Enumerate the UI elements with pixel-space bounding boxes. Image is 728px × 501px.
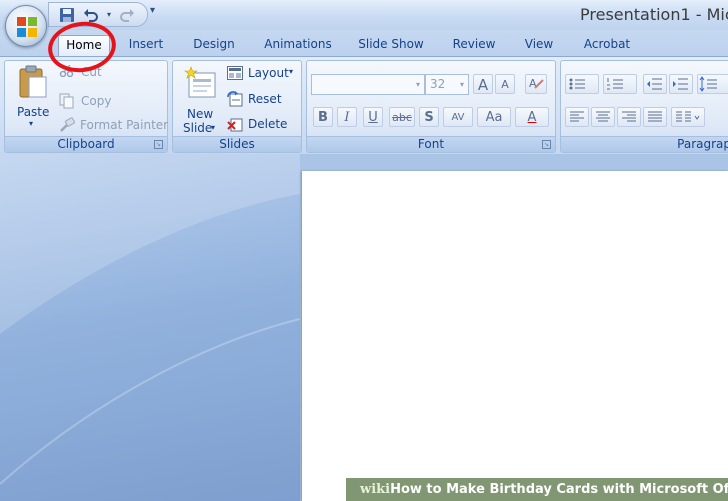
office-logo-icon: [17, 17, 37, 37]
italic-button[interactable]: I: [337, 107, 357, 127]
slides-pane[interactable]: [0, 154, 300, 501]
tab-review[interactable]: Review: [450, 35, 498, 56]
line-spacing-icon[interactable]: [697, 74, 728, 94]
align-left-icon[interactable]: [565, 107, 589, 127]
reset-button[interactable]: Reset: [248, 92, 282, 106]
format-painter-button[interactable]: Format Painter: [80, 118, 168, 132]
reset-icon[interactable]: [227, 91, 243, 107]
watermark-wiki: wiki: [360, 482, 391, 497]
layout-dropdown-icon[interactable]: ▾: [289, 67, 293, 76]
redo-icon[interactable]: [119, 7, 135, 23]
underline-button[interactable]: U: [363, 107, 383, 127]
grow-font-button[interactable]: A: [473, 74, 493, 94]
clipboard-group: Paste ▾ Cut Copy Format Painter Clipboar…: [4, 60, 168, 153]
new-slide-icon[interactable]: [183, 65, 217, 101]
customize-qat-icon[interactable]: ▾: [150, 5, 155, 16]
save-icon[interactable]: [59, 7, 75, 23]
copy-button[interactable]: Copy: [81, 94, 111, 108]
font-name-dropdown-icon[interactable]: ▾: [412, 75, 424, 94]
paste-icon[interactable]: [17, 65, 49, 99]
slide-canvas[interactable]: [302, 171, 728, 501]
new-slide-dropdown-icon[interactable]: ▾: [211, 123, 215, 132]
delete-button[interactable]: Delete: [248, 117, 287, 131]
wikihow-watermark: wikiHow to Make Birthday Cards with Micr…: [346, 478, 728, 501]
bullets-icon[interactable]: [565, 74, 599, 94]
align-center-icon[interactable]: [591, 107, 615, 127]
slides-group-label: Slides: [173, 136, 301, 152]
change-case-button[interactable]: Aa: [477, 107, 511, 127]
office-button[interactable]: [5, 5, 47, 47]
strikethrough-button[interactable]: abc: [389, 107, 415, 127]
decrease-indent-icon[interactable]: [643, 74, 667, 94]
shrink-font-button[interactable]: A: [495, 74, 515, 94]
tab-slide-show[interactable]: Slide Show: [356, 35, 426, 56]
undo-icon[interactable]: [83, 7, 99, 23]
font-dialog-launcher-icon[interactable]: ↘: [542, 140, 551, 149]
delete-icon[interactable]: [227, 116, 243, 132]
font-size-combo[interactable]: 32 ▾: [425, 74, 469, 95]
font-name-combo[interactable]: ▾: [311, 74, 425, 95]
layout-button[interactable]: Layout: [248, 66, 289, 80]
paragraph-group-label: Paragrap: [561, 136, 728, 152]
workspace: [0, 154, 728, 501]
slides-group: New Slide ▾ Layout ▾ Reset Delete Slides: [172, 60, 302, 153]
paste-dropdown-icon[interactable]: ▾: [29, 119, 33, 128]
character-spacing-button[interactable]: AV: [443, 107, 473, 127]
clear-formatting-icon[interactable]: A: [525, 74, 547, 94]
copy-icon[interactable]: [59, 93, 75, 109]
undo-dropdown-icon[interactable]: ▾: [101, 7, 117, 23]
watermark-text: How to Make Birthday Cards with Microsof…: [390, 482, 728, 497]
ribbon: Paste ▾ Cut Copy Format Painter Clipboar…: [0, 56, 728, 154]
font-group-label: Font: [307, 136, 555, 152]
new-slide-label-line2[interactable]: Slide: [183, 121, 212, 135]
window-title: Presentation1 - Micr: [580, 5, 728, 24]
pane-swoosh-icon: [0, 154, 300, 485]
new-slide-label-line1[interactable]: New: [187, 107, 213, 121]
font-size-value: 32: [430, 77, 446, 91]
tab-view[interactable]: View: [520, 35, 558, 56]
shadow-button[interactable]: S: [419, 107, 439, 127]
increase-indent-icon[interactable]: [669, 74, 693, 94]
clipboard-group-label: Clipboard: [5, 136, 167, 152]
numbering-icon[interactable]: [603, 74, 637, 94]
font-group: ▾ 32 ▾ A A A B I U abc S AV Aa A Font ↘: [306, 60, 556, 153]
font-size-dropdown-icon[interactable]: ▾: [456, 75, 468, 94]
layout-icon[interactable]: [227, 66, 243, 82]
align-right-icon[interactable]: [617, 107, 641, 127]
font-color-button[interactable]: A: [515, 107, 549, 127]
bold-button[interactable]: B: [313, 107, 333, 127]
clipboard-dialog-launcher-icon[interactable]: ↘: [154, 140, 163, 149]
title-bar: ▾ ▾ Presentation1 - Micr: [0, 0, 728, 30]
paste-button[interactable]: Paste: [17, 105, 49, 119]
tab-animations[interactable]: Animations: [262, 35, 334, 56]
paragraph-group: Paragrap: [560, 60, 728, 153]
columns-icon[interactable]: [671, 107, 705, 127]
tab-insert[interactable]: Insert: [126, 35, 166, 56]
tab-design[interactable]: Design: [190, 35, 238, 56]
format-painter-icon[interactable]: [59, 117, 76, 133]
tab-acrobat[interactable]: Acrobat: [580, 35, 634, 56]
justify-icon[interactable]: [643, 107, 667, 127]
